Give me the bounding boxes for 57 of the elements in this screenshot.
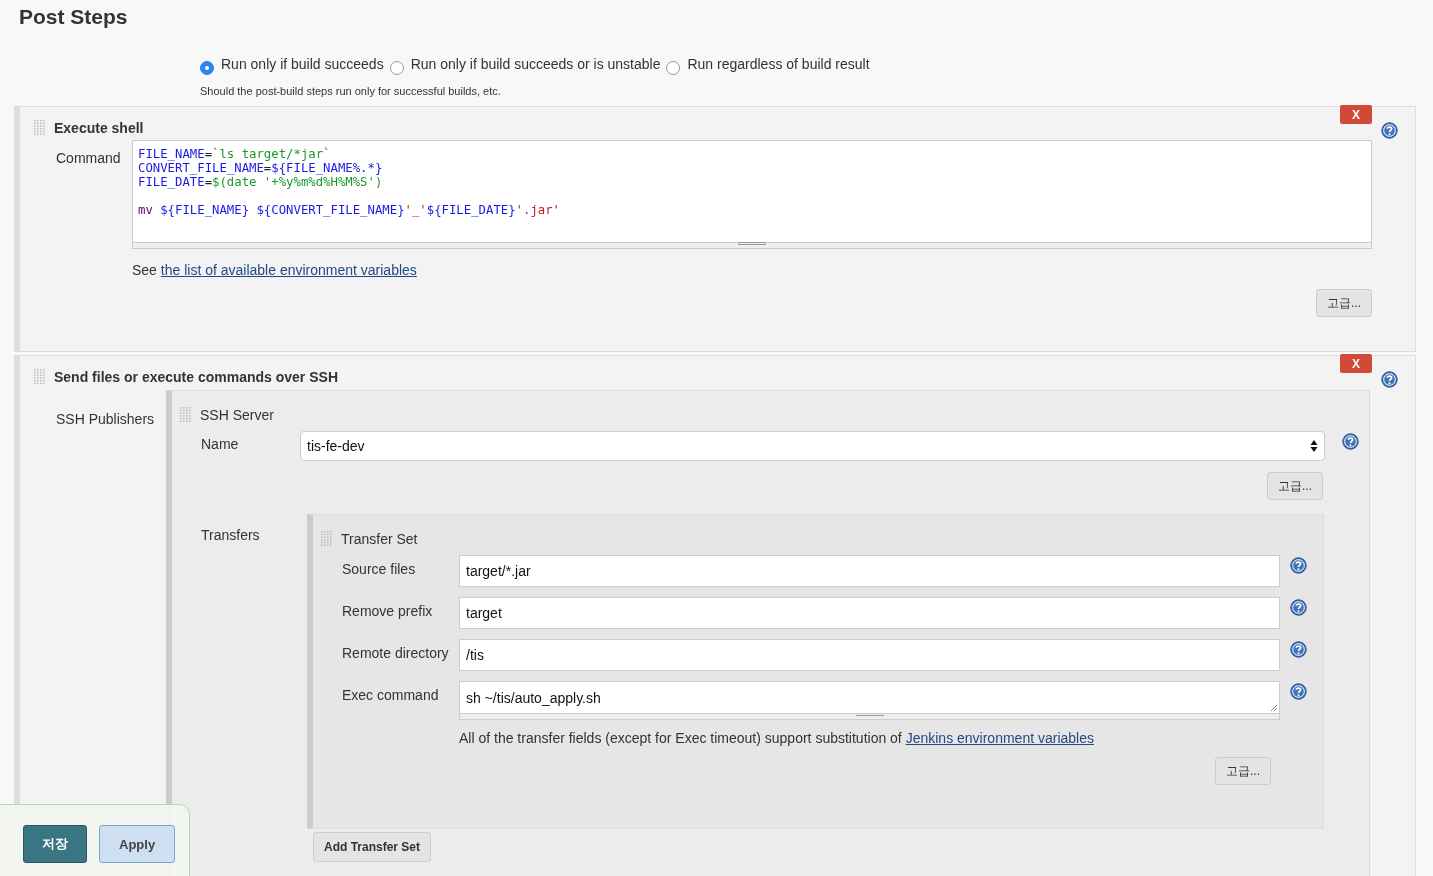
save-button[interactable]: 저장 bbox=[23, 825, 87, 863]
code-line: mv ${FILE_NAME} ${CONVERT_FILE_NAME}'_'${FILE_DATE}'.jar' bbox=[138, 203, 560, 217]
radio-option[interactable]: Run only if build succeeds or is unstable bbox=[389, 56, 661, 75]
help-icon[interactable] bbox=[1290, 599, 1307, 616]
field-label: Command bbox=[56, 149, 121, 166]
section-title: SSH Server bbox=[200, 407, 274, 423]
field-label: SSH Publishers bbox=[56, 410, 155, 427]
field-label: Transfers bbox=[201, 526, 260, 543]
help-icon[interactable] bbox=[1290, 683, 1307, 700]
advanced-button[interactable]: 고급... bbox=[1267, 472, 1323, 500]
help-icon[interactable] bbox=[1290, 641, 1307, 658]
code-line: FILE_NAME=`ls target/*jar` bbox=[138, 147, 331, 161]
help-icon[interactable] bbox=[1381, 371, 1398, 388]
help-icon[interactable] bbox=[1342, 433, 1359, 450]
radio-icon[interactable] bbox=[200, 61, 214, 75]
field-label: Name bbox=[201, 435, 239, 452]
delete-button[interactable]: X bbox=[1340, 105, 1372, 124]
step-title: Send files or execute commands over SSH bbox=[54, 369, 338, 385]
resize-grip-icon[interactable] bbox=[1270, 704, 1277, 711]
advanced-button[interactable]: 고급... bbox=[1316, 289, 1372, 317]
env-vars-link[interactable]: the list of available environment variables bbox=[160, 262, 417, 278]
text-field[interactable]: target bbox=[459, 597, 1280, 629]
radio-option[interactable]: Run only if build succeeds bbox=[200, 56, 384, 75]
select-arrows-icon bbox=[1310, 439, 1318, 453]
add-transfer-set-button[interactable]: Add Transfer Set bbox=[313, 832, 432, 862]
advanced-button[interactable]: 고급... bbox=[1215, 757, 1271, 785]
drag-handle-icon[interactable] bbox=[321, 531, 333, 547]
server-select[interactable]: tis-fe-dev bbox=[300, 431, 1325, 461]
hint-text: Should the post-build steps run only for successful builds, etc. bbox=[200, 85, 501, 97]
field-label: Exec command bbox=[342, 686, 439, 703]
radio-icon[interactable] bbox=[389, 61, 404, 75]
command-editor[interactable]: FILE_NAME=`ls target/*jar` CONVERT_FILE_NAME=${FILE_NAME%.*} FILE_DATE=$(date '+%y%m%d%H%M%S') mv ${FILE_NAME} ${CONVERT_FILE_NAME}'_'${FILE_DATE}'.jar' bbox=[132, 140, 1372, 243]
exec-command-field[interactable]: sh ~/tis/auto_apply.sh bbox=[459, 681, 1280, 714]
help-text: All of the transfer fields (except for Exec timeout) support substitution of Jenkins environment variables bbox=[459, 730, 1094, 746]
text-field[interactable]: target/*.jar bbox=[459, 555, 1280, 587]
code-line: CONVERT_FILE_NAME=${FILE_NAME%.*} bbox=[138, 161, 383, 175]
apply-button[interactable]: Apply bbox=[99, 825, 176, 863]
resize-handle-icon[interactable] bbox=[855, 713, 884, 716]
field-label: Remove prefix bbox=[342, 602, 433, 619]
section-title: Transfer Set bbox=[341, 531, 418, 547]
drag-handle-icon[interactable] bbox=[34, 369, 46, 385]
text-field[interactable]: /tis bbox=[459, 639, 1280, 671]
code-line: FILE_DATE=$(date '+%y%m%d%H%M%S') bbox=[138, 175, 383, 189]
help-text: See the list of available environment variables bbox=[132, 262, 417, 278]
field-label: Remote directory bbox=[342, 644, 449, 661]
env-vars-link[interactable]: Jenkins environment variables bbox=[905, 730, 1094, 746]
radio-icon[interactable] bbox=[666, 61, 681, 75]
drag-handle-icon[interactable] bbox=[34, 120, 46, 136]
drag-handle-icon[interactable] bbox=[180, 407, 192, 423]
delete-button[interactable]: X bbox=[1340, 354, 1372, 373]
step-title: Execute shell bbox=[54, 120, 144, 136]
help-icon[interactable] bbox=[1290, 557, 1307, 574]
radio-option[interactable]: Run regardless of build result bbox=[666, 56, 870, 75]
help-icon[interactable] bbox=[1381, 122, 1398, 139]
resize-handle-icon[interactable] bbox=[738, 242, 766, 245]
page-title: Post Steps bbox=[18, 4, 129, 30]
field-label: Source files bbox=[342, 560, 416, 577]
